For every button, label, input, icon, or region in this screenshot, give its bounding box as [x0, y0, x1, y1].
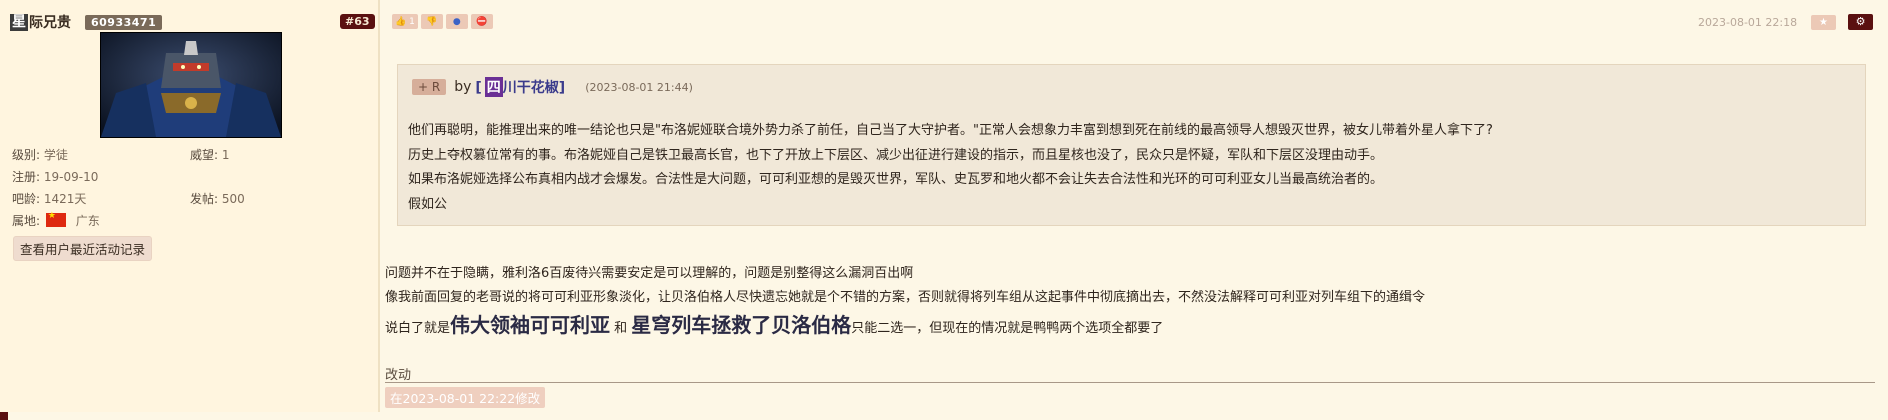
- reputation-button[interactable]: + R: [412, 79, 447, 95]
- location-stat: 属地: 广东: [12, 211, 100, 229]
- prestige-stat: 威望: 1: [190, 148, 230, 162]
- star-icon: ★: [1819, 17, 1828, 28]
- age-stat: 吧龄: 1421天: [12, 192, 87, 206]
- recent-activity-button[interactable]: 查看用户最近活动记录: [13, 236, 153, 261]
- body-line: 像我前面回复的老哥说的将可可利亚形象淡化，让贝洛伯格人尽快遗忘她就是个不错的方案…: [385, 290, 1426, 305]
- level-stat: 级别: 学徒: [12, 148, 68, 162]
- corner-mark: [0, 412, 8, 420]
- body-line: 说白了就是伟大领袖可可利亚 和 星穹列车拯救了贝洛伯格只能二选一，但现在的情况就…: [385, 313, 1164, 337]
- bold-text: 伟大领袖可可利亚: [450, 313, 611, 337]
- gear-icon: ⚙: [1855, 15, 1866, 28]
- quote-by-label: by: [454, 79, 472, 95]
- china-flag-icon: [45, 211, 66, 227]
- username-first-char[interactable]: 星: [10, 13, 28, 31]
- settings-button[interactable]: ⚙: [1848, 14, 1873, 30]
- quote-author[interactable]: [四川干花椒]: [475, 77, 565, 97]
- post-action-bar: 👍 1 👎 ● ⛔: [392, 14, 493, 29]
- divider: [385, 382, 1875, 383]
- quote-date: (2023-08-01 21:44): [585, 80, 693, 94]
- posts-stat: 发帖: 500: [190, 192, 245, 206]
- floor-number-badge[interactable]: #63: [340, 14, 375, 29]
- quote-block: + R by [四川干花椒] (2023-08-01 21:44) 他们再聪明，…: [397, 64, 1866, 226]
- dislike-button[interactable]: 👎: [420, 14, 443, 29]
- quote-text: 他们再聪明，能推理出来的唯一结论也只是"布洛妮娅联合境外势力杀了前任，自己当了大…: [408, 119, 1493, 217]
- bold-text: 星穹列车拯救了贝洛伯格: [631, 313, 852, 337]
- tag-icon: ●: [452, 16, 461, 27]
- user-id-badge: 60933471: [85, 14, 163, 30]
- body-line: 问题并不在于隐瞒，雅利洛6百废待兴需要安定是可以理解的，问题是别整得这么漏洞百出…: [385, 266, 914, 281]
- block-button[interactable]: ⛔: [470, 14, 493, 29]
- tag-button[interactable]: ●: [445, 14, 468, 29]
- edit-date-badge: 在2023-08-01 22:22修改: [385, 387, 546, 408]
- edit-label: 改动: [385, 368, 412, 383]
- register-stat: 注册: 19-09-10: [12, 170, 99, 184]
- like-button[interactable]: 👍 1: [392, 14, 418, 29]
- thumbs-down-icon: 👎: [426, 16, 438, 27]
- quote-line: 如果布洛妮娅选择公布真相内战才会爆发。合法性是大问题，可可利亚想的是毁灭世界，军…: [408, 172, 1384, 187]
- user-panel: 星 际兄贵 60933471 #63 级别: 学徒 威望: 1 注册: 19-0…: [0, 0, 380, 412]
- thumbs-up-icon: 👍: [395, 16, 407, 27]
- username-rest[interactable]: 际兄贵: [29, 12, 71, 32]
- username[interactable]: 星 际兄贵 60933471: [10, 12, 163, 32]
- block-icon: ⛔: [476, 16, 488, 27]
- avatar[interactable]: [100, 32, 282, 138]
- quote-line: 假如公: [408, 196, 448, 212]
- post-date: 2023-08-01 22:18: [1698, 16, 1798, 29]
- quote-header: + R by [四川干花椒] (2023-08-01 21:44): [412, 77, 693, 97]
- favorite-button[interactable]: ★: [1811, 15, 1836, 30]
- avatar-image: [101, 33, 281, 137]
- quote-line: 历史上夺权篡位常有的事。布洛妮娅自己是铁卫最高长官，也下了开放上下层区、减少出征…: [408, 147, 1384, 163]
- post-body: 问题并不在于隐瞒，雅利洛6百废待兴需要安定是可以理解的，问题是别整得这么漏洞百出…: [385, 262, 1425, 340]
- like-count: 1: [409, 16, 415, 27]
- quote-line: 他们再聪明，能推理出来的唯一结论也只是"布洛妮娅联合境外势力杀了前任，自己当了大…: [408, 123, 1493, 138]
